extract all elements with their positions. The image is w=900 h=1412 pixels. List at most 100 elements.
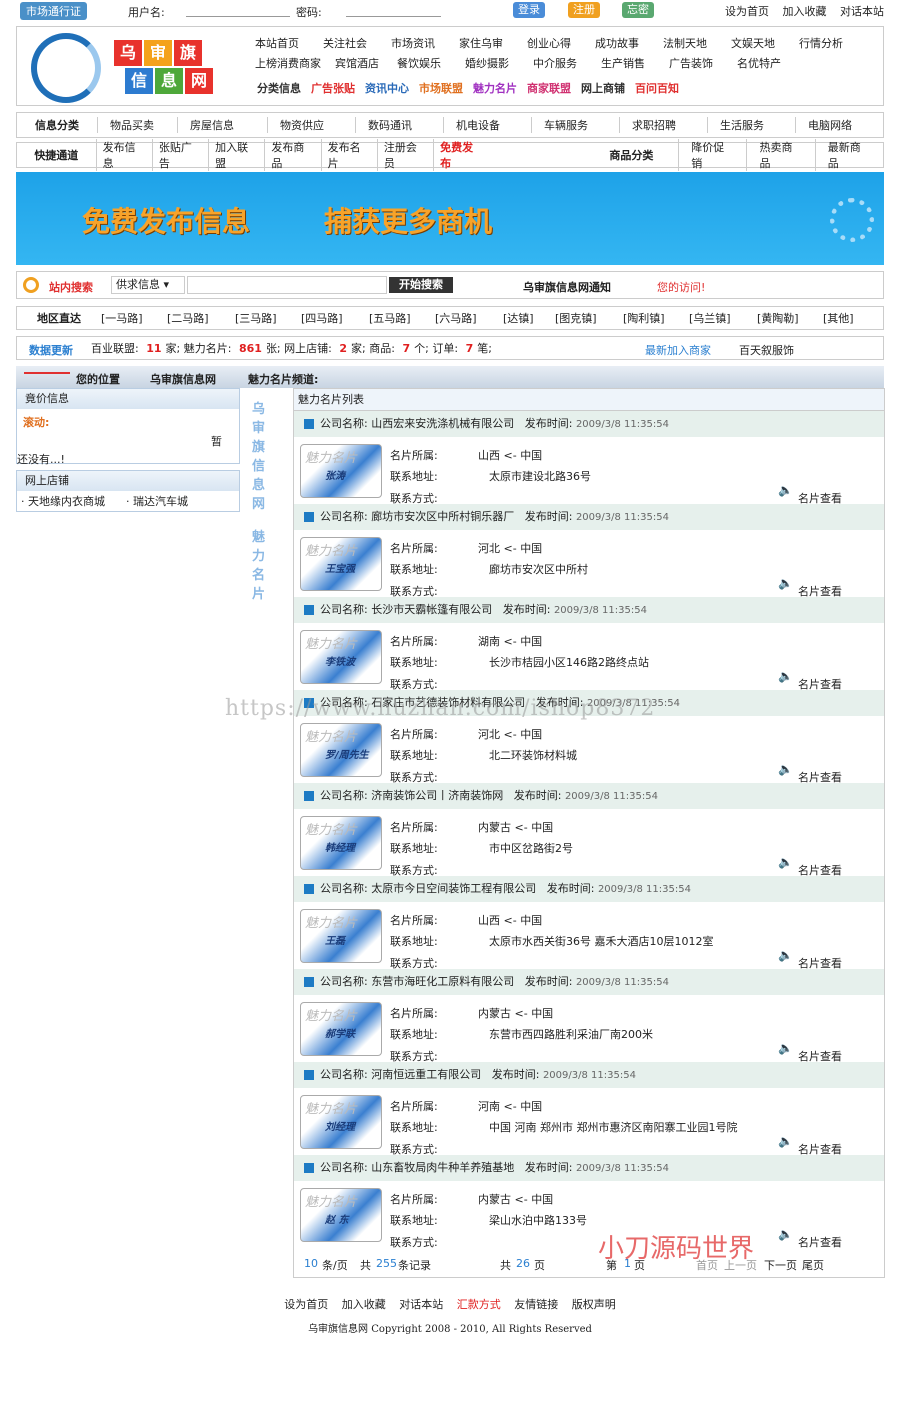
classified-link[interactable]: 分类信息 [257,80,301,96]
area-item[interactable]: [四马路] [301,310,369,326]
area-item[interactable]: [二马路] [167,310,235,326]
goods-item[interactable]: 热卖商品 [746,139,814,171]
speaker-icon[interactable]: 🔈 [778,1041,793,1055]
cat-item[interactable]: 电脑网络 [795,117,875,133]
company-name[interactable]: 太原市今日空间装饰工程有限公司 [371,882,536,895]
area-item[interactable]: [六马路] [435,310,503,326]
area-item[interactable]: [一马路] [101,310,167,326]
speaker-icon[interactable]: 🔈 [778,669,793,683]
footer-link[interactable]: 汇款方式 [457,1298,501,1311]
footer-link[interactable]: 版权声明 [572,1298,616,1311]
password-input[interactable] [346,4,441,17]
merchant-league-link[interactable]: 商家联盟 [527,80,571,96]
area-item[interactable]: [陶利镇] [623,310,689,326]
nav-dining[interactable]: 餐饮娱乐 [397,55,465,75]
speaker-icon[interactable]: 🔈 [778,948,793,962]
pager-last[interactable]: 尾页 [802,1257,824,1273]
speaker-icon[interactable]: 🔈 [778,1227,793,1241]
card-thumbnail[interactable]: 魅力名片 王磊 [300,909,382,963]
area-item[interactable]: [达镇] [503,310,555,326]
search-input[interactable] [187,276,387,294]
bookmark-link[interactable]: 加入收藏 [783,5,827,18]
cat-item[interactable]: 求职招聘 [619,117,707,133]
card-thumbnail[interactable]: 魅力名片 李铁波 [300,630,382,684]
login-button[interactable]: 登录 [513,2,545,18]
cat-item[interactable]: 生活服务 [707,117,795,133]
nav-success[interactable]: 成功故事 [595,35,663,55]
nav-startup[interactable]: 创业心得 [527,35,595,55]
footer-link[interactable]: 对话本站 [399,1298,443,1311]
newest-merchant-link[interactable]: 百天叙服饰 [739,342,794,358]
forgot-button[interactable]: 忘密 [622,2,654,18]
speaker-icon[interactable]: 🔈 [778,483,793,497]
pass-badge[interactable]: 市场通行证 [20,2,87,20]
footer-link[interactable]: 友情链接 [514,1298,558,1311]
goods-item[interactable]: 降价促销 [678,139,746,171]
area-item[interactable]: [乌兰镇] [689,310,757,326]
breadcrumb-site[interactable]: 乌审旗信息网 [150,371,216,387]
ad-link[interactable]: 广告张贴 [311,80,355,96]
nav-market[interactable]: 市场资讯 [391,35,459,55]
speaker-icon[interactable]: 🔈 [778,1134,793,1148]
card-thumbnail[interactable]: 魅力名片赵 东 [300,1188,382,1242]
quick-item[interactable]: 注册会员 [376,139,433,171]
nav-hotels[interactable]: 宾馆酒店 [335,55,397,75]
nav-production[interactable]: 生产销售 [601,55,669,75]
company-name[interactable]: 山东畜牧局肉牛种羊养殖基地 [371,1161,514,1174]
promo-banner[interactable]: 免费发布信息 捕获更多商机 [16,172,884,265]
speaker-icon[interactable]: 🔈 [778,576,793,590]
speaker-icon[interactable]: 🔈 [778,762,793,776]
card-thumbnail[interactable]: 魅力名片 王宝强 [300,537,382,591]
chat-link[interactable]: 对话本站 [840,5,884,18]
card-thumbnail[interactable]: 魅力名片 刘经理 [300,1095,382,1149]
goods-item[interactable]: 最新商品 [814,139,883,171]
nav-wedding[interactable]: 婚纱摄影 [465,55,533,75]
quick-item[interactable]: 发布商品 [264,139,320,171]
area-item[interactable]: [三马路] [235,310,301,326]
cat-item[interactable]: 车辆服务 [531,117,619,133]
company-name[interactable]: 东营市海旺化工原料有限公司 [371,975,514,988]
company-name[interactable]: 济南装饰公司丨济南装饰网 [371,789,503,802]
pager-next[interactable]: 下一页 [764,1257,797,1273]
market-league-link[interactable]: 市场联盟 [419,80,463,96]
area-item[interactable]: [五马路] [369,310,435,326]
nav-society[interactable]: 关注社会 [323,35,391,55]
notice-label[interactable]: 乌审旗信息网通知 [523,279,611,295]
cat-item[interactable]: 房屋信息 [177,117,267,133]
nav-decoration[interactable]: 广告装饰 [669,55,737,75]
nav-analysis[interactable]: 行情分析 [799,35,867,55]
view-card-link[interactable]: 名片查看 [798,1234,842,1250]
nav-live[interactable]: 家住乌审 [459,35,527,55]
register-button[interactable]: 注册 [568,2,600,18]
company-name[interactable]: 长沙市天霸帐篷有限公司 [371,603,492,616]
speaker-icon[interactable]: 🔈 [778,855,793,869]
area-item[interactable]: [其他] [823,310,854,326]
quick-item[interactable]: 发布信息 [95,139,152,171]
qa-link[interactable]: 百问百知 [635,80,679,96]
card-thumbnail[interactable]: 魅力名片 郝学联 [300,1002,382,1056]
shop-link[interactable]: 瑞达汽车城 [133,495,188,508]
card-thumbnail[interactable]: 魅力名片 张涛 [300,444,382,498]
username-input[interactable] [186,4,290,17]
news-link[interactable]: 资讯中心 [365,80,409,96]
footer-link[interactable]: 加入收藏 [342,1298,386,1311]
nav-top-merchants[interactable]: 上榜消费商家 [255,55,335,75]
nav-home[interactable]: 本站首页 [255,35,323,55]
footer-link[interactable]: 设为首页 [284,1298,328,1311]
quick-item[interactable]: 张贴广告 [151,139,208,171]
cat-item[interactable]: 数码通讯 [355,117,443,133]
shop-link[interactable]: 天地缘内衣商城 [28,495,105,508]
free-publish-link[interactable]: 免费发布 [433,139,489,171]
set-home-link[interactable]: 设为首页 [725,5,769,18]
search-type-select[interactable]: 供求信息 ▾ [111,276,185,294]
nav-specialty[interactable]: 名优特产 [737,55,805,75]
nav-culture[interactable]: 文娱天地 [731,35,799,55]
area-item[interactable]: [黄陶勒] [757,310,823,326]
cat-item[interactable]: 机电设备 [443,117,531,133]
online-shop-link[interactable]: 网上商铺 [581,80,625,96]
area-item[interactable]: [图克镇] [555,310,623,326]
company-name[interactable]: 山西宏来安洗涤机械有限公司 [371,417,514,430]
search-button[interactable]: 开始搜索 [389,277,453,293]
quick-item[interactable]: 发布名片 [320,139,377,171]
site-logo[interactable]: 乌审旗 信息网 [113,39,223,95]
